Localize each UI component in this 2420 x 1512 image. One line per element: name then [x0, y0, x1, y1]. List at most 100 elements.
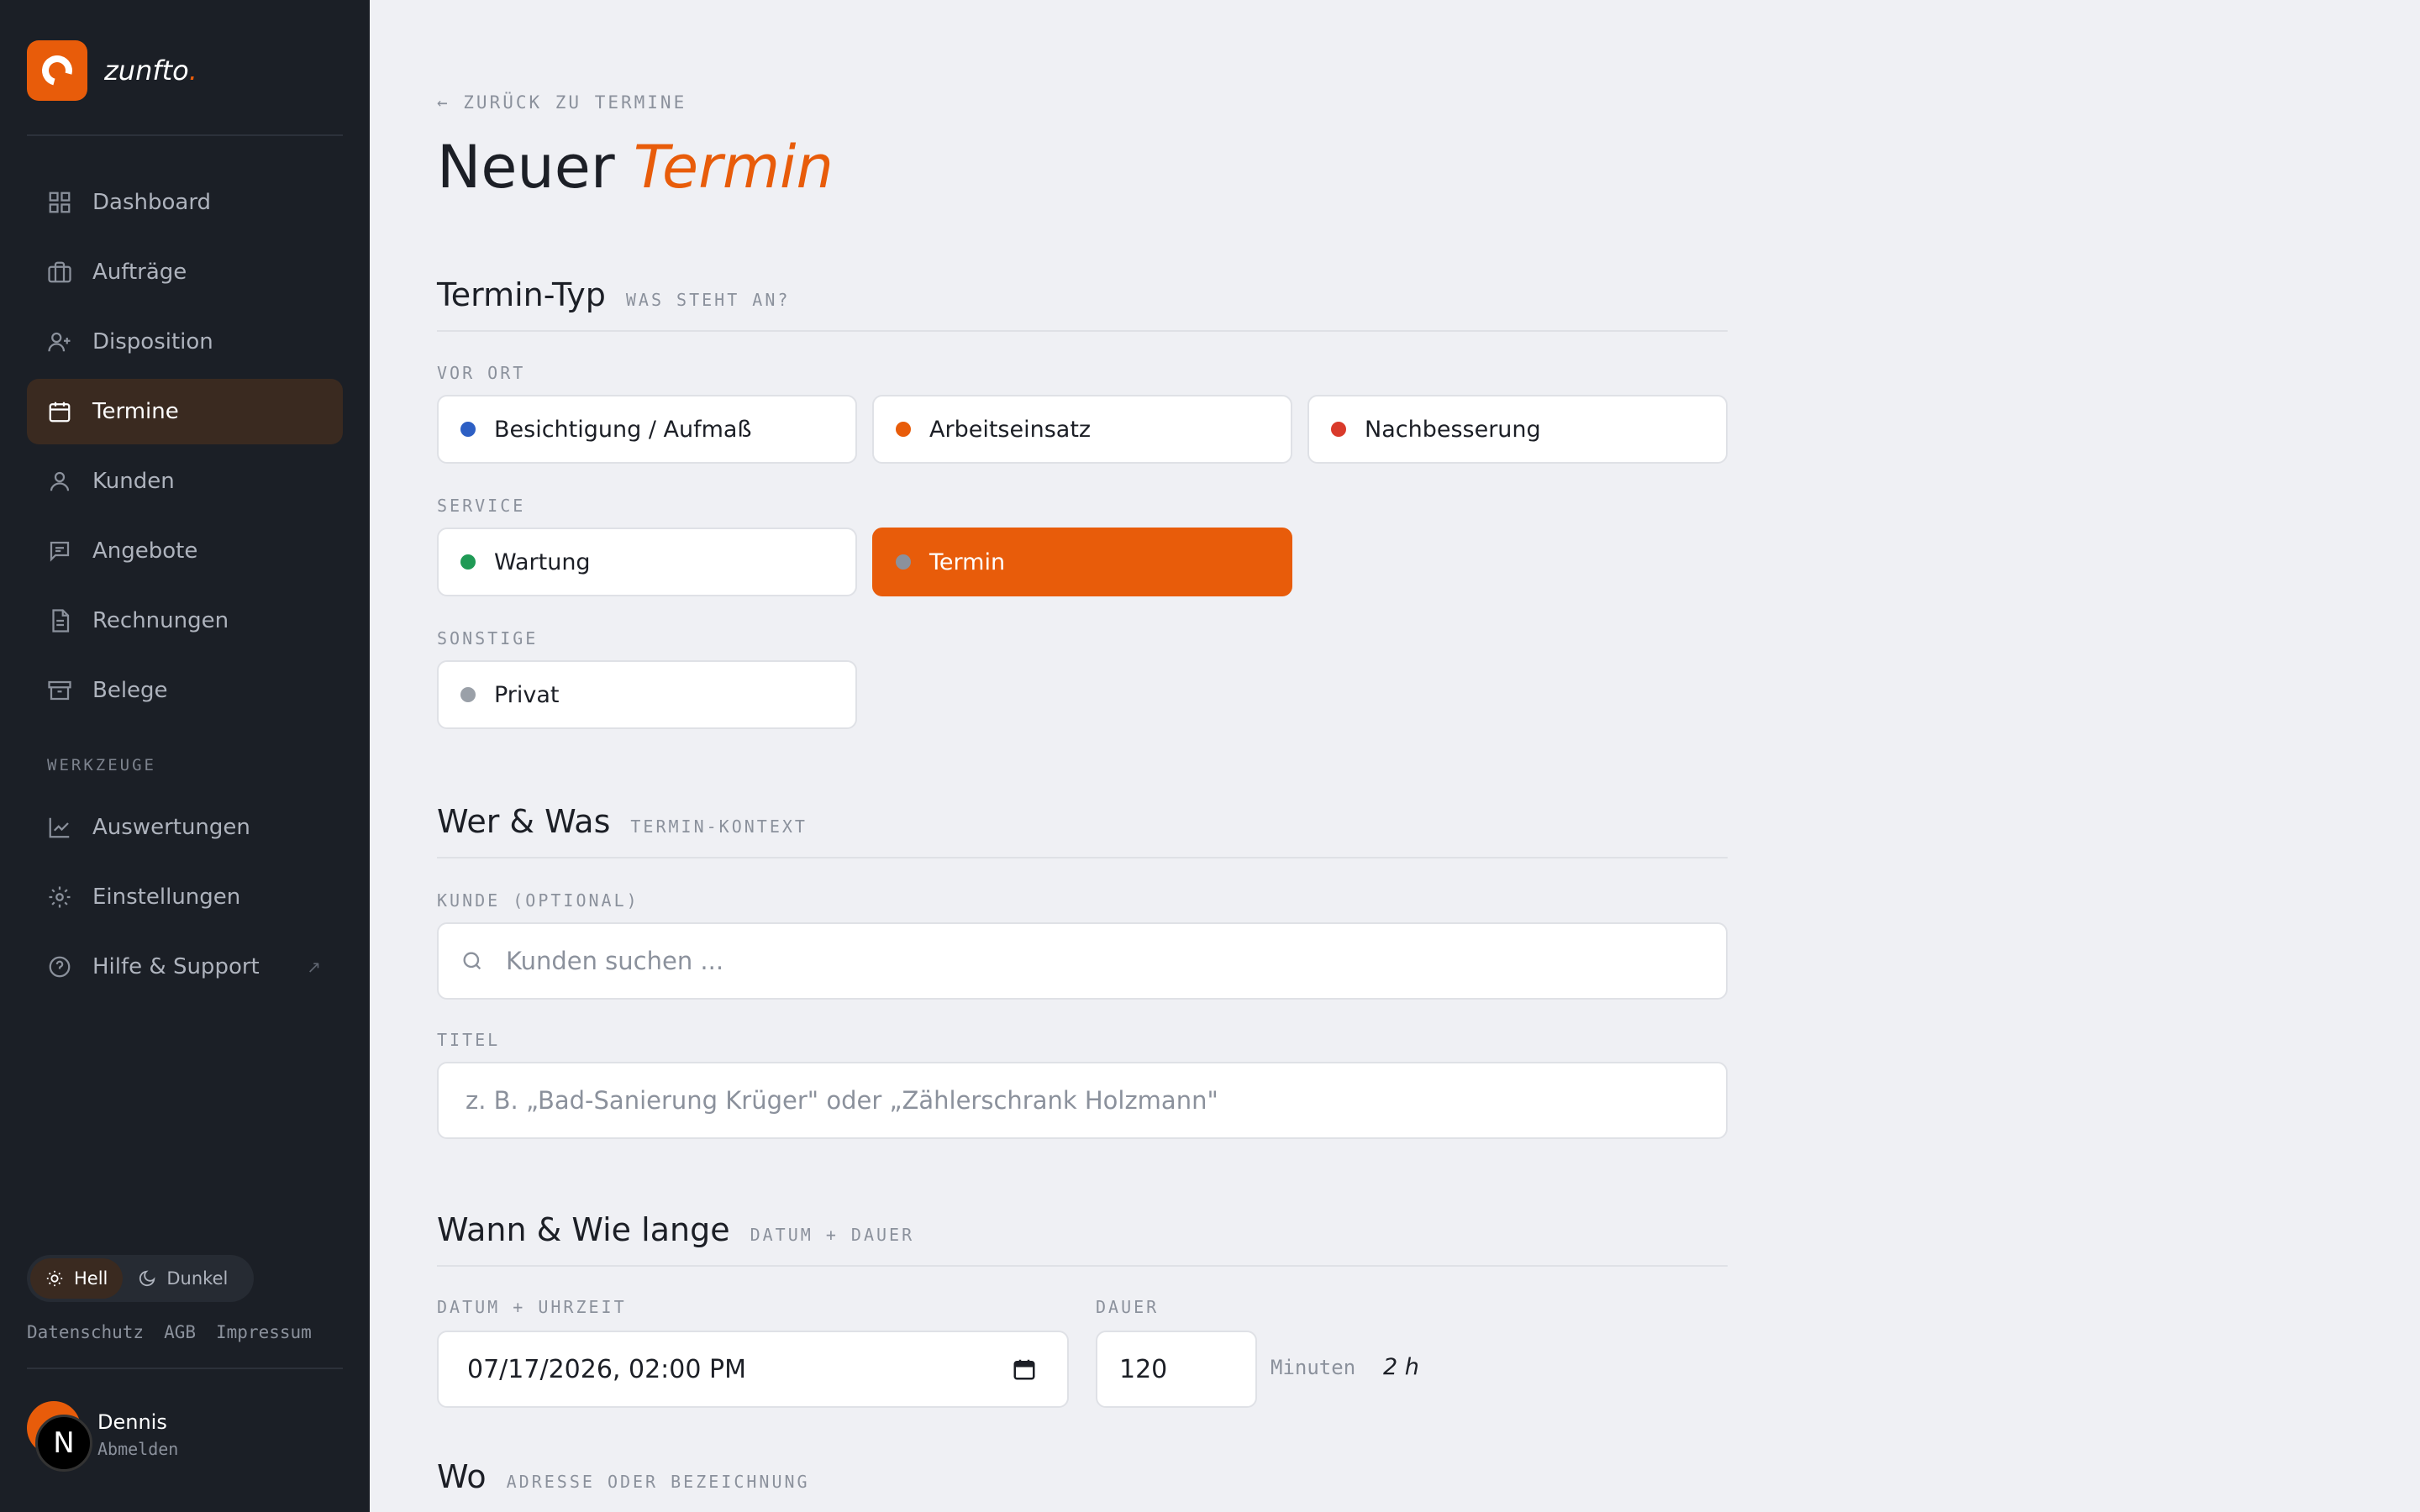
group-label-service: SERVICE: [437, 496, 526, 516]
datetime-value: 07/17/2026, 02:00 PM: [467, 1354, 746, 1384]
type-option-label: Privat: [494, 681, 560, 708]
avatar: N: [27, 1401, 94, 1472]
tools-section-label: WERKZEUGE: [47, 756, 156, 774]
color-dot: [896, 422, 911, 437]
duration-label: DAUER: [1096, 1297, 1160, 1317]
group-label-vor-ort: VOR ORT: [437, 363, 526, 383]
grid-icon: [47, 190, 72, 215]
customer-search-placeholder: Kunden suchen ...: [506, 947, 724, 975]
section-subtitle: DATUM + DAUER: [750, 1225, 915, 1245]
duration-hint: 2 h: [1383, 1354, 1419, 1380]
section-header-when: Wann & Wie lange DATUM + DAUER: [437, 1211, 1728, 1267]
customer-search-input[interactable]: Kunden suchen ...: [437, 922, 1728, 1000]
section-subtitle: TERMIN-KONTEXT: [630, 816, 808, 837]
sidebar-item-label: Hilfe & Support: [92, 954, 260, 979]
sidebar-item-rechnungen[interactable]: Rechnungen: [27, 588, 343, 654]
sidebar: zunfto. Dashboard Aufträge Disposition T…: [0, 0, 370, 1512]
duration-unit: Minuten: [1270, 1356, 1356, 1379]
duration-input[interactable]: 120: [1096, 1331, 1257, 1408]
sidebar-item-belege[interactable]: Belege: [27, 658, 343, 723]
sidebar-item-label: Angebote: [92, 538, 198, 564]
user-icon: [47, 469, 72, 494]
color-dot: [896, 554, 911, 570]
imprint-link[interactable]: Impressum: [216, 1322, 312, 1342]
section-title: Wann & Wie lange: [437, 1211, 730, 1248]
sidebar-item-einstellungen[interactable]: Einstellungen: [27, 864, 343, 930]
terms-link[interactable]: AGB: [164, 1322, 196, 1342]
brand-name: zunfto.: [104, 55, 197, 87]
document-icon: [47, 608, 72, 633]
sidebar-item-termine[interactable]: Termine: [27, 379, 343, 444]
user-plus-icon: [47, 329, 72, 354]
sidebar-item-label: Aufträge: [92, 260, 187, 285]
privacy-link[interactable]: Datenschutz: [27, 1322, 144, 1342]
type-option-label: Besichtigung / Aufmaß: [494, 416, 752, 443]
sidebar-item-angebote[interactable]: Angebote: [27, 518, 343, 584]
logout-link[interactable]: Abmelden: [97, 1439, 178, 1459]
customer-label: KUNDE (OPTIONAL): [437, 890, 639, 911]
datetime-label: DATUM + UHRZEIT: [437, 1297, 627, 1317]
section-subtitle: WAS STEHT AN?: [625, 290, 791, 310]
type-option-besichtigung[interactable]: Besichtigung / Aufmaß: [437, 395, 857, 464]
theme-dark-label: Dunkel: [166, 1268, 229, 1289]
search-icon: [463, 952, 481, 970]
calendar-icon: [47, 399, 72, 424]
user-name: Dennis: [97, 1410, 167, 1434]
type-option-privat[interactable]: Privat: [437, 660, 857, 729]
type-option-nachbesserung[interactable]: Nachbesserung: [1307, 395, 1728, 464]
section-header-where: Wo ADRESSE ODER BEZEICHNUNG: [437, 1458, 1728, 1512]
type-option-label: Arbeitseinsatz: [929, 416, 1092, 443]
sidebar-item-hilfe[interactable]: Hilfe & Support ↗: [27, 934, 343, 1000]
brand[interactable]: zunfto.: [27, 40, 197, 101]
type-option-termin[interactable]: Termin: [872, 528, 1292, 596]
section-title: Wer & Was: [437, 803, 611, 840]
logo-icon: [27, 40, 87, 101]
title-label: TITEL: [437, 1030, 501, 1050]
gear-icon: [47, 885, 72, 910]
type-option-wartung[interactable]: Wartung: [437, 528, 857, 596]
sidebar-divider: [27, 134, 343, 136]
theme-toggle: Hell Dunkel: [27, 1255, 254, 1302]
datetime-input[interactable]: 07/17/2026, 02:00 PM: [437, 1331, 1069, 1408]
message-icon: [47, 538, 72, 564]
calendar-picker-icon[interactable]: [1012, 1357, 1037, 1382]
sidebar-item-disposition[interactable]: Disposition: [27, 309, 343, 375]
sidebar-item-kunden[interactable]: Kunden: [27, 449, 343, 514]
color-dot: [460, 422, 476, 437]
sidebar-item-label: Kunden: [92, 469, 175, 494]
briefcase-icon: [47, 260, 72, 285]
help-icon: [47, 954, 72, 979]
chart-icon: [47, 815, 72, 840]
sidebar-item-label: Rechnungen: [92, 608, 229, 633]
sidebar-item-auswertungen[interactable]: Auswertungen: [27, 795, 343, 860]
type-option-label: Nachbesserung: [1365, 416, 1541, 443]
page-title: Neuer Termin: [437, 133, 834, 202]
title-placeholder: z. B. „Bad-Sanierung Krüger" oder „Zähle…: [466, 1086, 1218, 1115]
section-title: Termin-Typ: [437, 276, 606, 313]
theme-dark-button[interactable]: Dunkel: [123, 1258, 243, 1299]
back-link[interactable]: ← ZURÜCK ZU TERMINE: [437, 92, 687, 113]
duration-value: 120: [1119, 1354, 1168, 1384]
sidebar-item-label: Einstellungen: [92, 885, 241, 910]
title-input[interactable]: z. B. „Bad-Sanierung Krüger" oder „Zähle…: [437, 1062, 1728, 1139]
sidebar-divider: [27, 1368, 343, 1369]
section-subtitle: ADRESSE ODER BEZEICHNUNG: [506, 1472, 810, 1492]
sidebar-item-label: Belege: [92, 678, 168, 703]
color-dot: [460, 687, 476, 702]
section-header-who: Wer & Was TERMIN-KONTEXT: [437, 803, 1728, 858]
group-label-sonstige: SONSTIGE: [437, 628, 539, 648]
theme-light-label: Hell: [74, 1268, 108, 1289]
sidebar-item-dashboard[interactable]: Dashboard: [27, 170, 343, 235]
sidebar-item-label: Auswertungen: [92, 815, 250, 840]
color-dot: [1331, 422, 1346, 437]
section-title: Wo: [437, 1458, 487, 1495]
sidebar-item-label: Dashboard: [92, 190, 212, 215]
type-option-label: Wartung: [494, 549, 591, 575]
theme-light-button[interactable]: Hell: [30, 1258, 124, 1299]
external-link-icon: ↗: [307, 957, 321, 977]
type-option-arbeitseinsatz[interactable]: Arbeitseinsatz: [872, 395, 1292, 464]
legal-links: Datenschutz AGB Impressum: [27, 1322, 312, 1342]
sidebar-item-auftraege[interactable]: Aufträge: [27, 239, 343, 305]
section-header-type: Termin-Typ WAS STEHT AN?: [437, 276, 1728, 332]
archive-icon: [47, 678, 72, 703]
